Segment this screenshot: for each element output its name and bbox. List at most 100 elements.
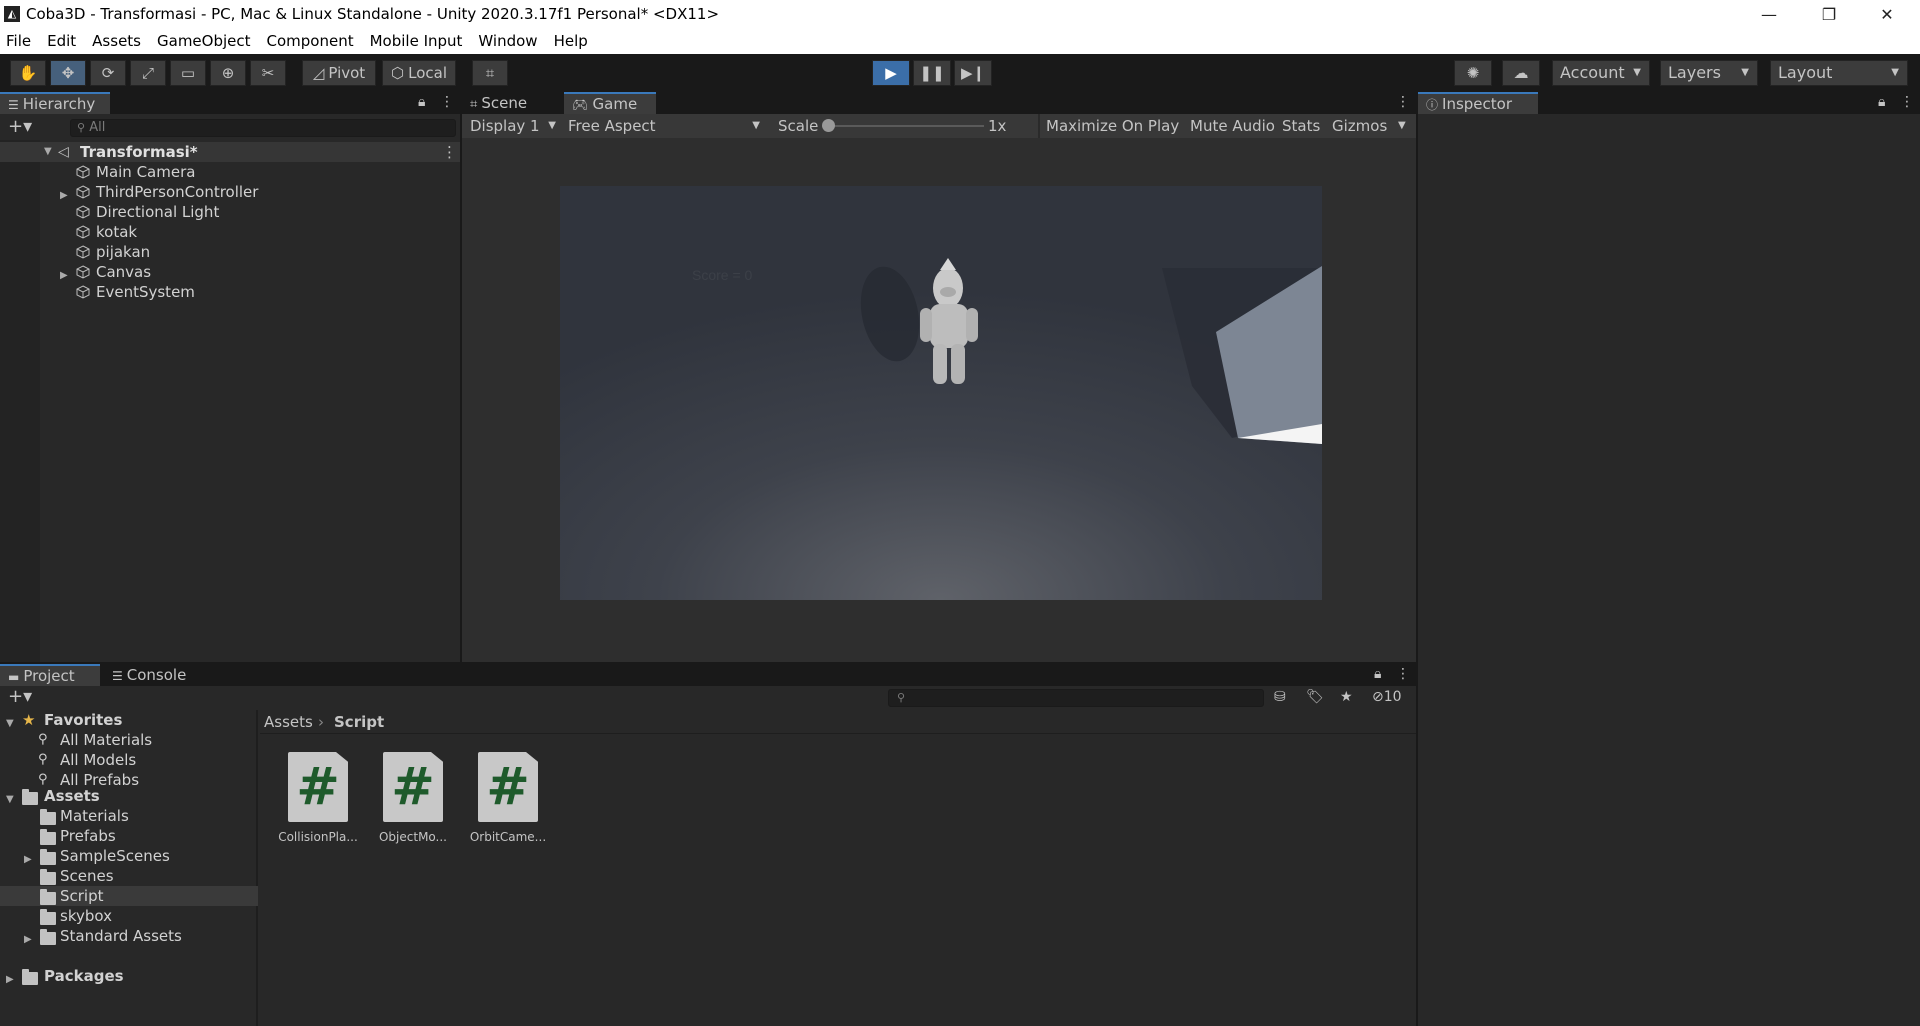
favorite-star-icon[interactable]: ★: [1340, 689, 1353, 705]
chevron-right-icon: ▶: [6, 974, 14, 985]
breadcrumb-script[interactable]: Script: [334, 710, 384, 734]
packages-root[interactable]: ▶ Packages: [0, 966, 258, 986]
pivot-toggle-button[interactable]: ◿ Pivot: [302, 60, 376, 86]
folder-icon: [40, 809, 56, 825]
hierarchy-item[interactable]: Main Camera: [0, 162, 460, 182]
script-asset[interactable]: # ObjectMo...: [373, 748, 453, 848]
scale-slider-track[interactable]: [830, 125, 984, 127]
custom-tool-icon[interactable]: ✂: [250, 60, 286, 86]
gizmos-toggle[interactable]: Gizmos: [1332, 114, 1387, 138]
menu-mobile-input[interactable]: Mobile Input: [362, 28, 471, 54]
menu-assets[interactable]: Assets: [84, 28, 149, 54]
gamepad-icon: 🎮︎: [572, 98, 589, 113]
script-glyph: #: [391, 757, 435, 817]
scene-row[interactable]: ▼ ◁ Transformasi* ⋮: [0, 142, 460, 162]
minimize-icon[interactable]: —: [1740, 0, 1798, 28]
unity-scene-icon: ◁: [58, 144, 69, 160]
more-options-icon[interactable]: ⋮: [1900, 94, 1914, 110]
tab-project[interactable]: ▬ Project: [0, 664, 100, 686]
rotate-tool-icon[interactable]: ⟳: [90, 60, 126, 86]
lock-icon[interactable]: 🔒︎: [1374, 666, 1382, 682]
hierarchy-item[interactable]: ▶ Canvas: [0, 262, 460, 282]
aspect-dropdown[interactable]: Free Aspect ▼: [562, 114, 764, 138]
asset-folder-item[interactable]: Script: [0, 886, 258, 906]
asset-folder-item[interactable]: Prefabs: [0, 826, 258, 846]
hierarchy-item-label: kotak: [96, 223, 138, 241]
hierarchy-panel: ☰ Hierarchy 🔒︎ ⋮ +▾ ⚲ All ▼ ◁ Transformas…: [0, 92, 460, 662]
asset-folder-item[interactable]: ▶ Standard Assets: [0, 926, 258, 946]
script-glyph: #: [486, 757, 530, 817]
tab-scene[interactable]: ⌗ Scene: [462, 92, 552, 114]
maximize-on-play-toggle[interactable]: Maximize On Play: [1046, 114, 1179, 138]
hierarchy-item[interactable]: EventSystem: [0, 282, 460, 302]
pause-button[interactable]: ❚❚: [913, 60, 951, 86]
game-render[interactable]: Score = 0: [560, 186, 1322, 600]
stats-toggle[interactable]: Stats: [1282, 114, 1320, 138]
layout-dropdown[interactable]: Layout ▼: [1770, 60, 1908, 86]
menu-file[interactable]: File: [0, 28, 39, 54]
favorite-item[interactable]: ⚲ All Materials: [0, 730, 258, 750]
script-asset[interactable]: # CollisionPla...: [278, 748, 358, 848]
asset-folder-item[interactable]: Scenes: [0, 866, 258, 886]
hierarchy-item[interactable]: kotak: [0, 222, 460, 242]
account-dropdown[interactable]: Account ▼: [1552, 60, 1650, 86]
menu-window[interactable]: Window: [470, 28, 545, 54]
chevron-down-icon[interactable]: ▼: [1398, 114, 1406, 138]
restore-icon[interactable]: ❐: [1800, 0, 1858, 28]
project-search-input[interactable]: ⚲: [888, 689, 1264, 707]
asset-folder-item[interactable]: ▶ SampleScenes: [0, 846, 258, 866]
hidden-packages-toggle[interactable]: ⊘10: [1372, 689, 1402, 705]
mute-audio-toggle[interactable]: Mute Audio: [1190, 114, 1275, 138]
tab-game[interactable]: 🎮︎ Game: [564, 92, 656, 114]
tab-inspector[interactable]: ⓘ Inspector: [1418, 92, 1538, 114]
menu-gameobject[interactable]: GameObject: [149, 28, 259, 54]
tab-console[interactable]: ☰ Console: [104, 664, 204, 686]
move-tool-icon[interactable]: ✥: [50, 60, 86, 86]
grid-snap-icon[interactable]: ⌗: [472, 60, 508, 86]
close-icon[interactable]: ✕: [1858, 0, 1916, 28]
asset-folder-item[interactable]: skybox: [0, 906, 258, 926]
add-icon[interactable]: +▾: [8, 688, 32, 706]
collab-icon[interactable]: ✺: [1454, 60, 1492, 86]
assets-root[interactable]: ▼ Assets: [0, 786, 258, 806]
add-icon[interactable]: +▾: [8, 118, 32, 136]
filter-by-label-icon[interactable]: 🏷︎: [1306, 689, 1324, 705]
filter-by-type-icon[interactable]: ⛁: [1274, 689, 1286, 705]
hierarchy-item[interactable]: pijakan: [0, 242, 460, 262]
scale-tool-icon[interactable]: ⤢: [130, 60, 166, 86]
cloud-icon[interactable]: ☁: [1502, 60, 1540, 86]
display-dropdown[interactable]: Display 1 ▼: [464, 114, 560, 138]
local-toggle-button[interactable]: ⬡ Local: [382, 60, 456, 86]
hierarchy-item[interactable]: ▶ ThirdPersonController: [0, 182, 460, 202]
menu-help[interactable]: Help: [546, 28, 596, 54]
rect-tool-icon[interactable]: ▭: [170, 60, 206, 86]
hand-tool-icon[interactable]: ✋: [10, 60, 46, 86]
more-options-icon[interactable]: ⋮: [1396, 666, 1410, 682]
gameobject-cube-icon: [76, 245, 90, 259]
favorite-item[interactable]: ⚲ All Models: [0, 750, 258, 770]
layers-dropdown[interactable]: Layers ▼: [1660, 60, 1758, 86]
favorites-header[interactable]: ▼ ★ Favorites: [0, 710, 258, 730]
more-options-icon[interactable]: ⋮: [440, 94, 454, 110]
more-options-icon[interactable]: ⋮: [442, 142, 457, 162]
search-icon: ⚲: [77, 121, 86, 134]
asset-grid: # CollisionPla... # ObjectMo... # OrbitCame..…: [260, 736, 1416, 1026]
more-options-icon[interactable]: ⋮: [1396, 94, 1410, 110]
lock-icon[interactable]: 🔒︎: [418, 94, 426, 110]
hierarchy-item[interactable]: Directional Light: [0, 202, 460, 222]
asset-folder-label: Standard Assets: [60, 927, 182, 945]
script-asset[interactable]: # OrbitCame...: [468, 748, 548, 848]
toolbar-divider: [1038, 114, 1040, 138]
menu-edit[interactable]: Edit: [39, 28, 84, 54]
tab-hierarchy[interactable]: ☰ Hierarchy: [0, 92, 110, 114]
hierarchy-item-label: Directional Light: [96, 203, 220, 221]
transform-tool-icon[interactable]: ⊕: [210, 60, 246, 86]
breadcrumb-assets[interactable]: Assets: [264, 710, 313, 734]
asset-folder-item[interactable]: Materials: [0, 806, 258, 826]
scale-slider-handle[interactable]: [822, 119, 835, 132]
menu-component[interactable]: Component: [259, 28, 362, 54]
step-button[interactable]: ▶❙: [954, 60, 992, 86]
hierarchy-search-input[interactable]: ⚲ All: [70, 119, 456, 137]
play-button[interactable]: ▶: [872, 60, 910, 86]
lock-icon[interactable]: 🔒︎: [1878, 94, 1886, 110]
